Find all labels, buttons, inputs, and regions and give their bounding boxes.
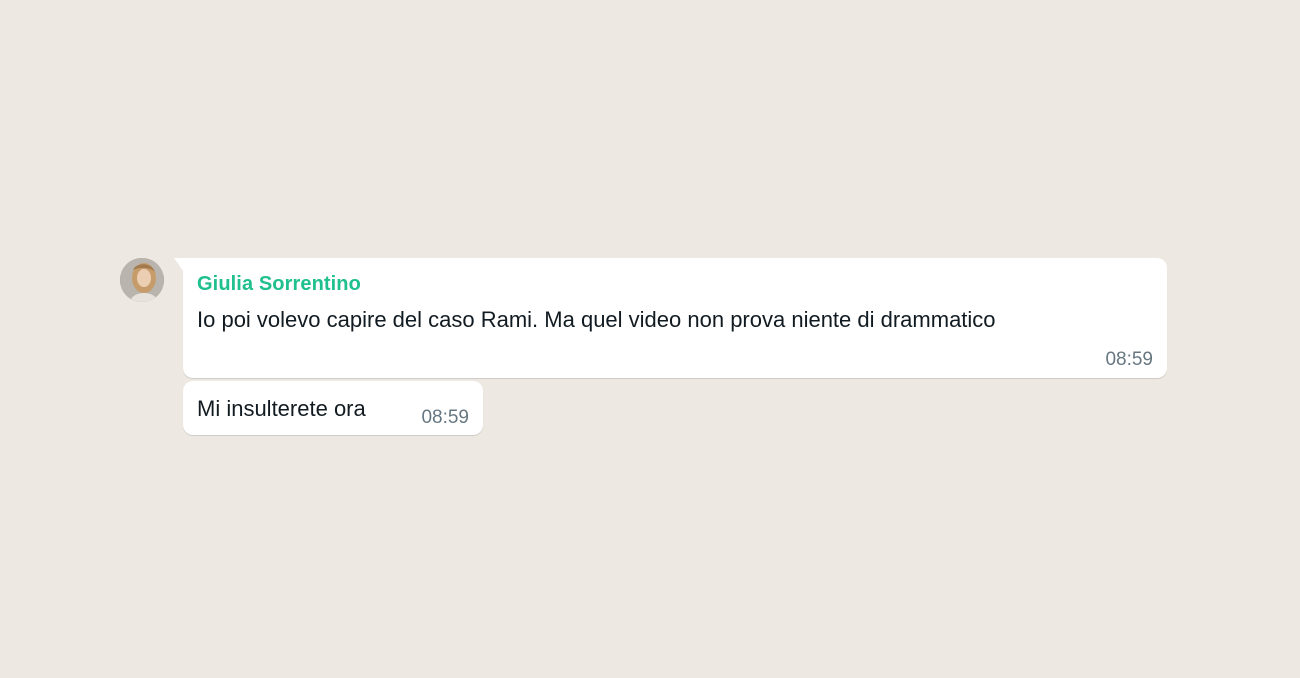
message-timestamp: 08:59 [1105, 349, 1153, 370]
message-timestamp: 08:59 [421, 407, 469, 428]
message-bubble[interactable]: Mi insulterete ora 08:59 [183, 381, 483, 435]
sender-avatar[interactable] [120, 258, 164, 302]
bubble-tail [174, 258, 184, 272]
sender-name[interactable]: Giulia Sorrentino [197, 273, 361, 296]
message-bubble[interactable]: Giulia Sorrentino Io poi volevo capire d… [174, 258, 1167, 378]
avatar-photo-icon [120, 258, 164, 302]
message-text: Io poi volevo capire del caso Rami. Ma q… [197, 307, 996, 332]
chat-area: Giulia Sorrentino Io poi volevo capire d… [0, 0, 1300, 678]
message-text: Mi insulterete ora [197, 396, 366, 421]
